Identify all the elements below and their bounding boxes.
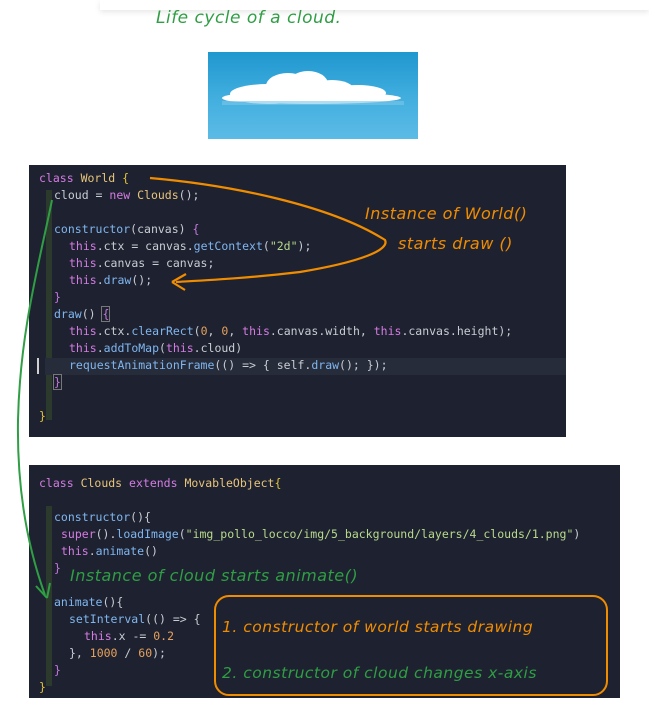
instance-cloud-note: Instance of cloud starts animate() — [68, 566, 361, 585]
starts-draw-note: starts draw () — [398, 234, 513, 253]
instance-world-note: Instance of World() — [365, 204, 528, 223]
green-arrow — [16, 199, 53, 596]
orange-arrow — [149, 176, 387, 284]
note-1: 1. constructor of world starts drawing — [222, 618, 534, 636]
note-2: 2. constructor of cloud changes x-axis — [222, 664, 537, 682]
